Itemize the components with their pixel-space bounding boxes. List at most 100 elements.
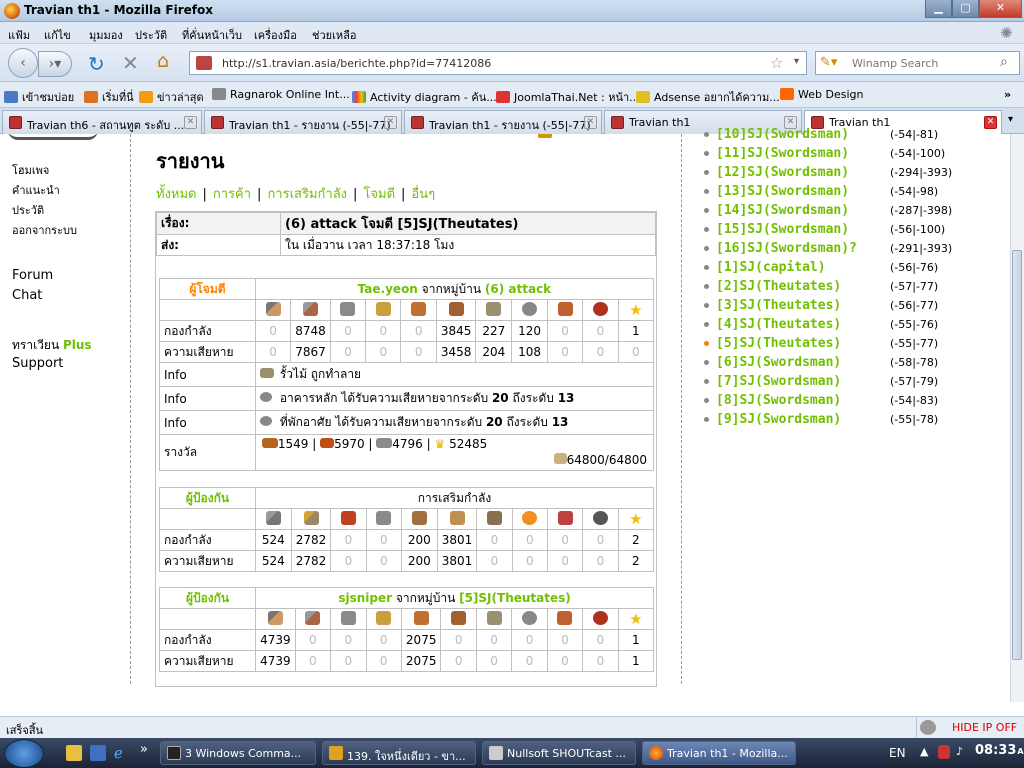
bookmark-getting-started[interactable]: เริ่มที่นี่	[84, 88, 134, 106]
bullet-icon	[704, 284, 709, 289]
taskbar-item-cmd[interactable]: 3 Windows Comma...	[160, 741, 316, 765]
filter-attack[interactable]: โจมตี	[363, 187, 395, 202]
village-name[interactable]: [6]SJ(Swordsman)	[716, 355, 841, 370]
tab-close-icon[interactable]: ✕	[984, 116, 997, 129]
tab-close-icon[interactable]: ✕	[184, 116, 197, 129]
village-name[interactable]: [9]SJ(Swordsman)	[716, 412, 841, 427]
menu-history[interactable]: ประวัติ	[135, 26, 167, 44]
attacker-player-link[interactable]: Tae.yeon	[358, 282, 418, 296]
taskbar-clock[interactable]: 08:33AM	[975, 743, 1024, 758]
bookmarks-overflow-icon[interactable]: »	[1004, 88, 1011, 101]
start-button[interactable]	[4, 739, 44, 768]
reload-icon[interactable]: ↻	[88, 52, 105, 76]
close-window-button[interactable]: ✕	[979, 0, 1022, 18]
filter-reinforcement[interactable]: การเสริมกำลัง	[267, 187, 347, 202]
menu-view[interactable]: มุมมอง	[89, 26, 123, 44]
tab-close-icon[interactable]: ✕	[584, 116, 597, 129]
tab-list-icon[interactable]: ▾	[1008, 114, 1013, 125]
defender2-title: sjsniper จากหมู่บ้าน [5]SJ(Theutates)	[255, 587, 654, 609]
village-coords: (-54|-83)	[890, 394, 939, 407]
folder-icon	[4, 91, 18, 103]
tab-1[interactable]: Travian th6 - สถานทูต ระดับ ... ✕	[2, 110, 202, 134]
taskbar-item-winamp[interactable]: 139. ใจหนึ่งเดียว - ขา...	[322, 741, 476, 765]
bookmark-star-icon[interactable]: ☆	[770, 54, 783, 72]
filter-trade[interactable]: การค้า	[213, 187, 251, 202]
tray-expand-icon[interactable]: ▲	[920, 745, 928, 758]
quicklaunch-overflow-icon[interactable]: »	[140, 742, 148, 757]
tab-2[interactable]: Travian th1 - รายงาน (-55|-77) ✕	[204, 110, 402, 134]
search-icon[interactable]: ⌕	[1000, 54, 1008, 70]
attacker-village-link[interactable]: (6) attack	[485, 282, 551, 296]
defender-village-link[interactable]: [5]SJ(Theutates)	[459, 591, 571, 605]
show-desktop-icon[interactable]	[90, 745, 106, 761]
chief-icon	[546, 608, 584, 630]
language-indicator[interactable]: EN	[889, 746, 906, 760]
tab-close-icon[interactable]: ✕	[384, 116, 397, 129]
village-name[interactable]: [11]SJ(Swordsman)	[716, 146, 849, 161]
tab-3[interactable]: Travian th1 - รายงาน (-55|-77) ✕	[404, 110, 602, 134]
back-button[interactable]: ‹	[8, 48, 38, 78]
village-name[interactable]: [7]SJ(Swordsman)	[716, 374, 841, 389]
menu-edit[interactable]: แก้ไข	[44, 26, 71, 44]
security-shield-icon[interactable]	[938, 745, 950, 759]
nav-home[interactable]: โฮมเพจ	[12, 161, 49, 179]
bookmark-most-visited[interactable]: เข้าชมบ่อย	[4, 88, 74, 106]
nav-guide[interactable]: คำแนะนำ	[12, 181, 60, 199]
scrollbar-thumb[interactable]	[1012, 250, 1022, 660]
url-bar[interactable]: http://s1.travian.asia/berichte.php?id=7…	[189, 51, 807, 75]
bookmark-latest-headlines[interactable]: ข่าวล่าสุด	[139, 88, 204, 106]
forward-button[interactable]: ›▾	[38, 51, 72, 77]
taskbar-item-shoutcast[interactable]: Nullsoft SHOUTcast ...	[482, 741, 636, 765]
addon-icon[interactable]	[920, 720, 936, 735]
hide-ip-toggle[interactable]: HIDE IP OFF	[952, 721, 1017, 734]
search-box[interactable]: ✎▾ Winamp Search ⌕	[815, 51, 1020, 75]
nav-plus[interactable]: ทราเวียน Plus	[12, 336, 92, 355]
menu-bookmarks[interactable]: ที่คั่นหน้าเว็บ	[182, 26, 242, 44]
report-filter-nav: ทั้งหมด | การค้า | การเสริมกำลัง | โจมตี | อื่นๆ	[156, 187, 436, 202]
attacker-losses-row: ความเสียหาย 0 7867 0 0 0 3458 204 108 0 …	[159, 341, 655, 363]
nav-support[interactable]: Support	[12, 356, 63, 371]
village-name[interactable]: [8]SJ(Swordsman)	[716, 393, 841, 408]
taskbar-item-firefox[interactable]: Travian th1 - Mozilla...	[642, 741, 796, 765]
maximize-button[interactable]: ▢	[952, 0, 979, 18]
nav-chat[interactable]: Chat	[12, 288, 42, 303]
volume-icon[interactable]: ♪	[956, 745, 963, 758]
village-name[interactable]: [12]SJ(Swordsman)	[716, 165, 849, 180]
bookmark-ragnarok[interactable]: Ragnarok Online Int...	[212, 88, 350, 101]
defender-player-link[interactable]: sjsniper	[338, 591, 392, 605]
village-coords: (-55|-76)	[890, 318, 939, 331]
menu-tools[interactable]: เครื่องมือ	[254, 26, 297, 44]
bookmark-adsense[interactable]: Adsense อยากได้ความ...	[636, 88, 780, 106]
minimize-button[interactable]: ▁	[925, 0, 952, 18]
village-name[interactable]: [16]SJ(Swordsman)?	[716, 241, 857, 256]
village-name[interactable]: [3]SJ(Theutates)	[716, 298, 841, 313]
home-icon[interactable]: ⌂	[157, 50, 169, 72]
url-dropdown-icon[interactable]: ▾	[794, 56, 799, 67]
menu-file[interactable]: แฟ้ม	[8, 26, 30, 44]
filter-all[interactable]: ทั้งหมด	[156, 187, 197, 202]
village-name[interactable]: [15]SJ(Swordsman)	[716, 222, 849, 237]
village-name[interactable]: [2]SJ(Theutates)	[716, 279, 841, 294]
ie-icon[interactable]: ℯ	[114, 744, 123, 762]
search-engine-icon[interactable]: ✎▾	[820, 55, 837, 70]
filter-other[interactable]: อื่นๆ	[411, 187, 435, 202]
hero-icon: ★	[617, 508, 655, 530]
village-name[interactable]: [4]SJ(Theutates)	[716, 317, 841, 332]
village-name[interactable]: [5]SJ(Theutates)	[716, 336, 841, 351]
village-name[interactable]: [14]SJ(Swordsman)	[716, 203, 849, 218]
quicklaunch-icon[interactable]	[66, 745, 82, 761]
search-input[interactable]: Winamp Search	[852, 57, 938, 70]
nav-forum[interactable]: Forum	[12, 268, 53, 283]
bookmark-activity-diagram[interactable]: Activity diagram - ค้น...	[352, 88, 497, 106]
village-name[interactable]: [10]SJ(Swordsman)	[716, 127, 849, 142]
bookmark-web-design[interactable]: Web Design	[780, 88, 863, 101]
nav-logout[interactable]: ออกจากระบบ	[12, 221, 77, 239]
village-name[interactable]: [1]SJ(capital)	[716, 260, 826, 275]
stop-icon[interactable]: ✕	[122, 51, 139, 75]
menu-help[interactable]: ช่วยเหลือ	[312, 26, 356, 44]
tab-favicon	[411, 116, 424, 129]
village-name[interactable]: [13]SJ(Swordsman)	[716, 184, 849, 199]
report-subject: (6) attack โจมตี [5]SJ(Theutates)	[280, 212, 656, 235]
bookmark-joomlathai[interactable]: JoomlaThai.Net : หน้า...	[496, 88, 640, 106]
nav-profile[interactable]: ประวัติ	[12, 201, 44, 219]
